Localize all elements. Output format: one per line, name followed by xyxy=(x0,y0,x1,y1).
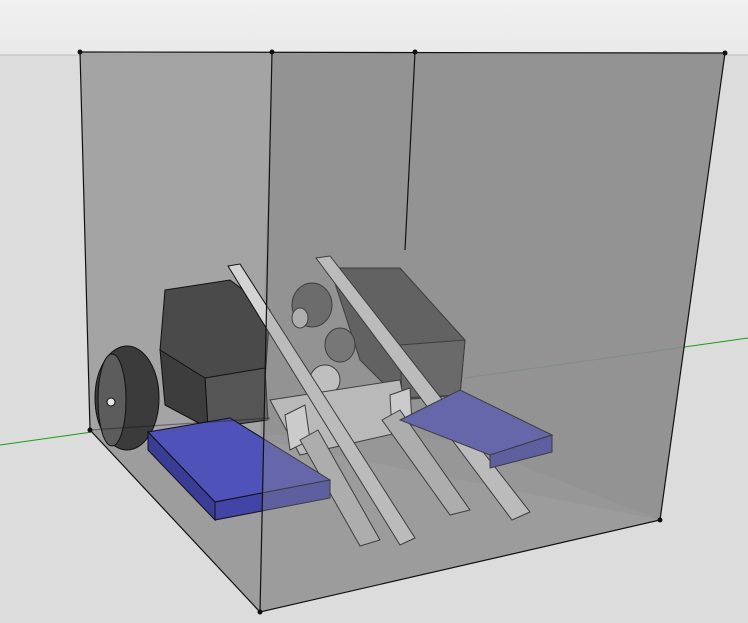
left-wheel-hub xyxy=(106,397,116,407)
3d-model-viewport[interactable] xyxy=(0,0,748,623)
model-canvas[interactable] xyxy=(0,0,748,623)
